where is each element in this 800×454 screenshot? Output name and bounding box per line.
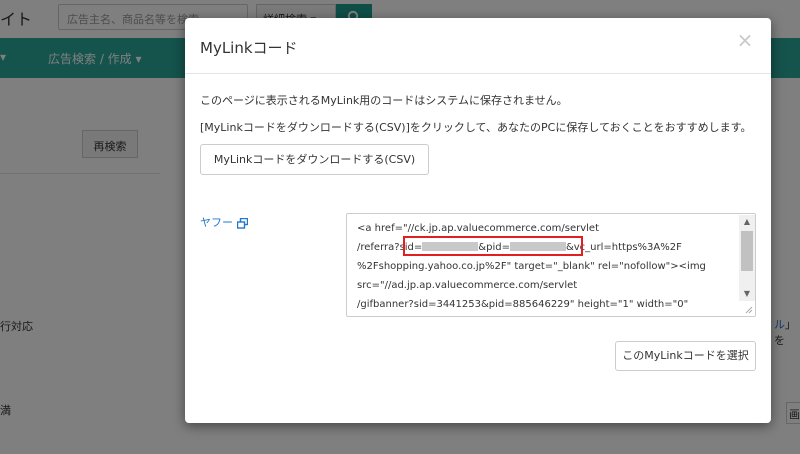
scroll-up-icon[interactable]: ▲: [739, 215, 755, 229]
download-csv-button[interactable]: MyLinkコードをダウンロードする(CSV): [200, 144, 429, 175]
code-line: /gifbanner?sid=3441253&pid=885646229" he…: [357, 299, 689, 310]
code-line: <a href="//ck.jp.ap.valuecommerce.com/se…: [357, 223, 599, 234]
scroll-down-icon[interactable]: ▼: [739, 287, 755, 301]
recommend-message: [MyLinkコードをダウンロードする(CSV)]をクリックして、あなたのPCに…: [200, 121, 752, 134]
mylink-code-dialog: MyLinkコード × このページに表示されるMyLink用のコードはシステムに…: [185, 18, 771, 423]
external-link-icon: [237, 217, 248, 229]
code-line: src="//ad.jp.ap.valuecommerce.com/servle…: [357, 280, 578, 291]
yahoo-link[interactable]: ヤフー: [200, 214, 248, 230]
code-line: /referra?sid= &pid= &vc_url=https%3A%2F: [357, 242, 682, 253]
select-code-button[interactable]: このMyLinkコードを選択: [615, 341, 756, 371]
redacted-pid: [509, 242, 566, 251]
info-message: このページに表示されるMyLink用のコードはシステムに保存されません。: [200, 94, 568, 107]
yahoo-link-label: ヤフー: [200, 216, 233, 229]
dialog-header: MyLinkコード ×: [185, 18, 771, 74]
code-textarea[interactable]: <a href="//ck.jp.ap.valuecommerce.com/se…: [346, 213, 756, 317]
close-icon[interactable]: ×: [735, 28, 755, 52]
code-line: %2Fshopping.yahoo.co.jp%2F" target="_bla…: [357, 261, 706, 272]
redacted-sid: [422, 242, 479, 251]
scroll-thumb[interactable]: [741, 231, 753, 271]
dialog-title: MyLinkコード: [200, 39, 298, 57]
code-text: <a href="//ck.jp.ap.valuecommerce.com/se…: [357, 219, 731, 314]
resize-grip-icon[interactable]: [743, 304, 753, 314]
